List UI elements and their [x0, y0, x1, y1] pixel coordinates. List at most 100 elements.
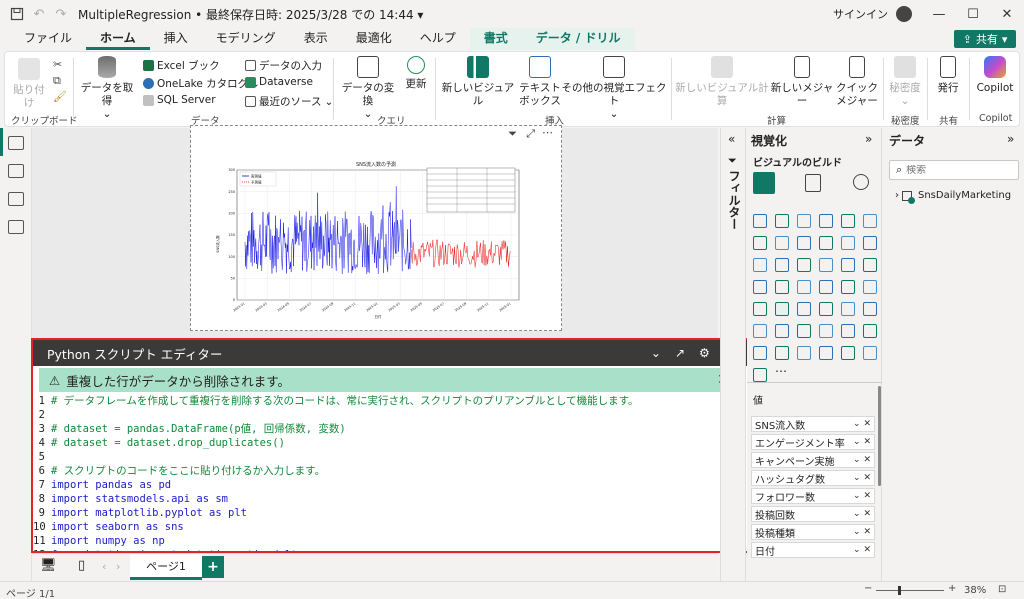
new-measure-button[interactable]: 新しいメジャー	[769, 56, 835, 108]
settings-gear-icon[interactable]: ⚙	[699, 346, 710, 360]
visual-type-icon[interactable]	[775, 280, 789, 294]
visual-type-icon[interactable]	[753, 214, 767, 228]
tab-optimize[interactable]: 最適化	[342, 28, 406, 50]
visual-type-icon[interactable]	[841, 346, 855, 360]
code-line[interactable]: 9 import matplotlib.pyplot as plt	[33, 506, 747, 520]
close-icon[interactable]: ✕	[990, 0, 1024, 28]
format-painter-icon[interactable]: 🖌	[53, 90, 67, 103]
code-line[interactable]: 11 import numpy as np	[33, 534, 747, 548]
visual-type-icon[interactable]	[863, 346, 877, 360]
paste-button[interactable]: 貼り付け	[9, 58, 49, 110]
code-line[interactable]: 5	[33, 450, 747, 464]
value-field-well[interactable]: キャンペーン実施 ⌄ ✕	[751, 452, 875, 468]
pane-scrollbar[interactable]	[878, 386, 881, 486]
zoom-in-icon[interactable]: +	[948, 583, 956, 594]
visual-type-icon[interactable]	[819, 280, 833, 294]
avatar-icon[interactable]	[896, 6, 912, 22]
remove-field-icon[interactable]: ⌄ ✕	[853, 527, 874, 537]
zoom-out-icon[interactable]: −	[864, 583, 872, 594]
visual-type-icon[interactable]	[797, 324, 811, 338]
code-line[interactable]: 4 # dataset = dataset.drop_duplicates()	[33, 436, 747, 450]
visual-type-icon[interactable]	[775, 324, 789, 338]
textbox-button[interactable]: テキスト ボックス	[517, 56, 563, 108]
analytics-tab-icon[interactable]	[853, 174, 869, 190]
value-field-well[interactable]: 投稿種類 ⌄ ✕	[751, 524, 875, 540]
visual-type-icon[interactable]	[841, 324, 855, 338]
visual-type-icon[interactable]	[775, 214, 789, 228]
visual-type-icon[interactable]	[775, 236, 789, 250]
visual-type-icon[interactable]	[819, 302, 833, 316]
collapse-chevron-icon[interactable]: »	[1007, 132, 1014, 146]
value-field-well[interactable]: ハッシュタグ数 ⌄ ✕	[751, 470, 875, 486]
new-visual-button[interactable]: 新しいビジュアル	[439, 56, 517, 108]
copy-icon[interactable]: ⧉	[53, 74, 61, 88]
tab-format[interactable]: 書式	[469, 28, 522, 50]
visual-type-icon[interactable]	[819, 324, 833, 338]
visual-type-icon[interactable]	[863, 324, 877, 338]
remove-field-icon[interactable]: ⌄ ✕	[853, 419, 874, 429]
share-button[interactable]: ⇪ 共有 ▾	[954, 30, 1016, 48]
code-line[interactable]: 3 # dataset = pandas.DataFrame(p値, 回帰係数, …	[33, 422, 747, 436]
page-tab[interactable]: ページ1	[130, 554, 202, 580]
model-view-icon[interactable]	[8, 192, 24, 206]
filters-pane-collapsed[interactable]: « ⏷ フィルター	[720, 128, 746, 581]
table-item[interactable]: › SnsDailyMarketing	[895, 190, 1011, 204]
add-page-button[interactable]: +	[202, 556, 224, 578]
recent-sources-button[interactable]: 最近のソース ⌄	[245, 94, 333, 109]
python-visual[interactable]: ⏷ ⤢ ⋯ SNS流入数の予測 0 50 100 150 200 250 300 2024-…	[190, 125, 562, 331]
remove-field-icon[interactable]: ⌄ ✕	[853, 509, 874, 519]
visual-type-icon[interactable]	[841, 258, 855, 272]
visual-type-icon[interactable]	[819, 346, 833, 360]
remove-field-icon[interactable]: ⌄ ✕	[853, 473, 874, 483]
search-input[interactable]	[906, 164, 1007, 176]
zoom-slider[interactable]	[876, 590, 944, 591]
visual-type-icon[interactable]	[841, 280, 855, 294]
cut-icon[interactable]: ✂	[53, 58, 62, 71]
prev-page-icon[interactable]: ‹	[102, 560, 106, 573]
transform-data-button[interactable]: データの変換 ⌄	[337, 56, 399, 121]
tab-modeling[interactable]: モデリング	[202, 28, 290, 50]
code-line[interactable]: 7 import pandas as pd	[33, 478, 747, 492]
visual-type-icon[interactable]	[863, 258, 877, 272]
remove-field-icon[interactable]: ⌄ ✕	[853, 545, 874, 555]
tab-help[interactable]: ヘルプ	[406, 28, 470, 50]
maximize-icon[interactable]: ☐	[956, 0, 990, 28]
collapse-chevron-icon[interactable]: ⌄	[651, 346, 661, 360]
sql-server-button[interactable]: SQL Server	[143, 94, 216, 106]
visual-type-icon[interactable]	[797, 214, 811, 228]
tab-view[interactable]: 表示	[290, 28, 342, 50]
table-view-icon[interactable]	[8, 164, 24, 178]
get-data-button[interactable]: データを取得 ⌄	[77, 56, 137, 121]
code-line[interactable]: 6 # スクリプトのコードをここに貼り付けるか入力します。	[33, 464, 747, 478]
excel-button[interactable]: Excel ブック	[143, 58, 220, 73]
build-visual-tab-icon[interactable]	[753, 172, 775, 194]
visual-type-icon[interactable]	[841, 214, 855, 228]
visual-type-icon[interactable]	[841, 302, 855, 316]
minimize-icon[interactable]: —	[922, 0, 956, 28]
code-line[interactable]: 2	[33, 408, 747, 422]
code-line[interactable]: 1 # データフレームを作成して重複行を削除する次のコードは、常に実行され、スクリ…	[33, 394, 747, 408]
quick-measure-button[interactable]: クイック メジャー	[835, 56, 879, 108]
value-field-well[interactable]: SNS流入数 ⌄ ✕	[751, 416, 875, 432]
collapse-chevron-icon[interactable]: »	[865, 132, 872, 146]
visual-type-icon[interactable]	[819, 214, 833, 228]
visual-type-icon[interactable]	[863, 236, 877, 250]
dataverse-button[interactable]: Dataverse	[245, 76, 313, 88]
visual-type-icon[interactable]	[753, 302, 767, 316]
tab-data-drill[interactable]: データ / ドリル	[521, 28, 635, 50]
save-icon[interactable]	[6, 3, 28, 25]
visual-type-icon[interactable]	[753, 258, 767, 272]
visual-type-icon[interactable]	[753, 346, 767, 360]
visual-type-icon[interactable]	[841, 236, 855, 250]
visual-type-icon[interactable]	[797, 236, 811, 250]
code-line[interactable]: 8 import statsmodels.api as sm	[33, 492, 747, 506]
remove-field-icon[interactable]: ⌄ ✕	[853, 491, 874, 501]
fit-page-icon[interactable]: ⊡	[998, 584, 1006, 595]
tab-file[interactable]: ファイル	[10, 28, 86, 50]
visual-type-icon[interactable]	[775, 346, 789, 360]
value-field-well[interactable]: フォロワー数 ⌄ ✕	[751, 488, 875, 504]
visual-type-icon[interactable]	[819, 258, 833, 272]
format-visual-tab-icon[interactable]	[805, 174, 821, 192]
undo-icon[interactable]: ↶	[28, 3, 50, 25]
visual-type-icon[interactable]	[753, 368, 767, 382]
